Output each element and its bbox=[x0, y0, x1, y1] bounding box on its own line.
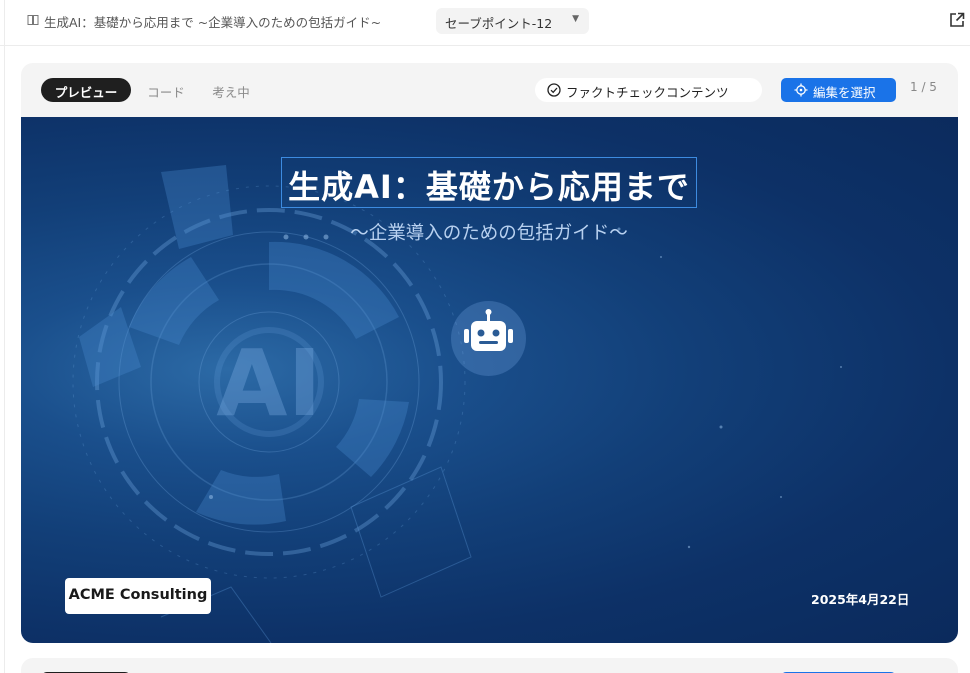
savepoint-dropdown[interactable]: セーブポイント-12 ▼ bbox=[436, 8, 589, 34]
slide-preview: AI 生成AI：基礎から応用まで 〜企業導入のための包括ガイド〜 ACME Co… bbox=[21, 117, 958, 643]
edit-select-button[interactable]: 編集を選択 bbox=[781, 78, 896, 102]
left-divider bbox=[4, 0, 5, 673]
tab-thinking[interactable]: 考え中 bbox=[203, 78, 259, 102]
tab-code[interactable]: コード bbox=[139, 78, 193, 102]
next-slide-card bbox=[21, 658, 958, 673]
slide-card: プレビュー コード 考え中 ファクトチェックコンテンツ 編集を選択 1 / 5 bbox=[21, 63, 958, 643]
fact-check-label: ファクトチェックコンテンツ bbox=[566, 85, 729, 100]
savepoint-label: セーブポイント-12 bbox=[445, 16, 553, 31]
slide-title[interactable]: 生成AI：基礎から応用まで bbox=[281, 157, 697, 208]
ai-watermark-text: AI bbox=[216, 330, 321, 437]
check-circle-icon bbox=[547, 83, 561, 97]
company-logo: ACME Consulting bbox=[65, 578, 211, 614]
open-external-icon[interactable] bbox=[948, 11, 966, 29]
card-toolbar: プレビュー コード 考え中 ファクトチェックコンテンツ 編集を選択 1 / 5 bbox=[21, 63, 958, 117]
slide-date: 2025年4月22日 bbox=[811, 592, 910, 607]
edit-select-label: 編集を選択 bbox=[813, 85, 876, 100]
fact-check-button[interactable]: ファクトチェックコンテンツ bbox=[535, 78, 762, 102]
robot-icon bbox=[451, 301, 526, 376]
chevron-down-icon: ▼ bbox=[572, 14, 579, 24]
page-indicator: 1 / 5 bbox=[910, 80, 937, 94]
slide-subtitle: 〜企業導入のための包括ガイド〜 bbox=[350, 223, 628, 244]
book-icon bbox=[27, 15, 39, 25]
top-bar: 生成AI：基礎から応用まで ~企業導入のための包括ガイド~ セーブポイント-12… bbox=[0, 0, 970, 673]
document-title: 生成AI：基礎から応用まで ~企業導入のための包括ガイド~ bbox=[44, 15, 382, 30]
tab-preview[interactable]: プレビュー bbox=[41, 78, 131, 102]
target-icon bbox=[794, 83, 808, 97]
